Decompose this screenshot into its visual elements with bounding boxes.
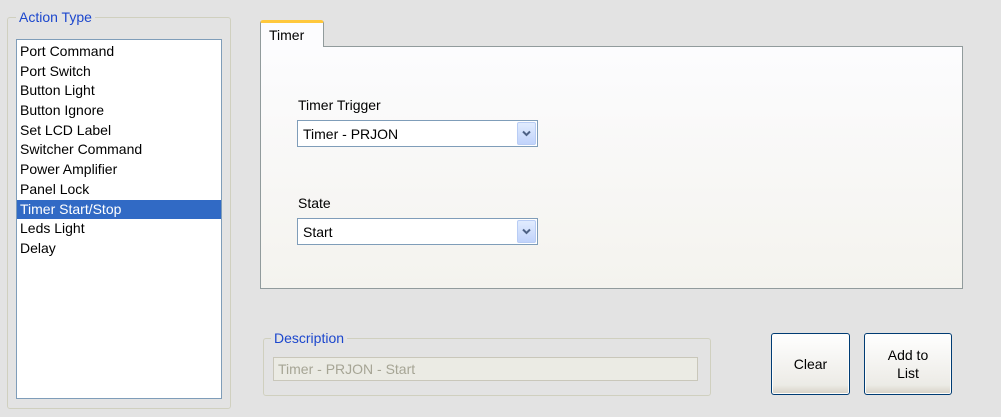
tab-timer-label: Timer <box>269 27 305 43</box>
list-item-button-ignore[interactable]: Button Ignore <box>17 101 221 121</box>
timer-trigger-label: Timer Trigger <box>298 97 381 113</box>
list-item-leds-light[interactable]: Leds Light <box>17 219 221 239</box>
description-title: Description <box>271 329 348 347</box>
list-item-button-light[interactable]: Button Light <box>17 81 221 101</box>
list-item-delay[interactable]: Delay <box>17 239 221 259</box>
list-item-port-command[interactable]: Port Command <box>17 42 221 62</box>
state-value: Start <box>303 224 333 240</box>
state-combo[interactable]: Start <box>297 218 538 245</box>
chevron-down-icon <box>522 130 531 137</box>
chevron-down-icon <box>522 228 531 235</box>
action-type-title: Action Type <box>16 8 95 26</box>
clear-button-label: Clear <box>793 356 828 372</box>
tab-timer[interactable]: Timer <box>260 20 324 47</box>
action-type-group: Action Type Port Command Port Switch But… <box>7 8 231 409</box>
add-to-list-button[interactable]: Add to List <box>864 333 952 395</box>
timer-trigger-combo[interactable]: Timer - PRJON <box>297 120 538 147</box>
description-field: Timer - PRJON - Start <box>273 357 698 381</box>
action-type-listbox[interactable]: Port Command Port Switch Button Light Bu… <box>16 39 222 399</box>
description-group: Description Timer - PRJON - Start <box>263 329 711 396</box>
list-item-panel-lock[interactable]: Panel Lock <box>17 180 221 200</box>
add-to-list-button-label: Add to List <box>887 347 929 381</box>
list-item-port-switch[interactable]: Port Switch <box>17 62 221 82</box>
list-item-power-amplifier[interactable]: Power Amplifier <box>17 160 221 180</box>
timer-tab-page: Timer Trigger Timer - PRJON State Start <box>260 46 963 289</box>
list-item-switcher-command[interactable]: Switcher Command <box>17 140 221 160</box>
state-label: State <box>298 195 331 211</box>
list-item-timer-start-stop[interactable]: Timer Start/Stop <box>17 199 221 220</box>
list-item-set-lcd-label[interactable]: Set LCD Label <box>17 121 221 141</box>
clear-button[interactable]: Clear <box>771 333 850 395</box>
timer-trigger-dropdown-button[interactable] <box>517 122 536 145</box>
timer-trigger-value: Timer - PRJON <box>303 126 399 142</box>
state-dropdown-button[interactable] <box>517 220 536 243</box>
